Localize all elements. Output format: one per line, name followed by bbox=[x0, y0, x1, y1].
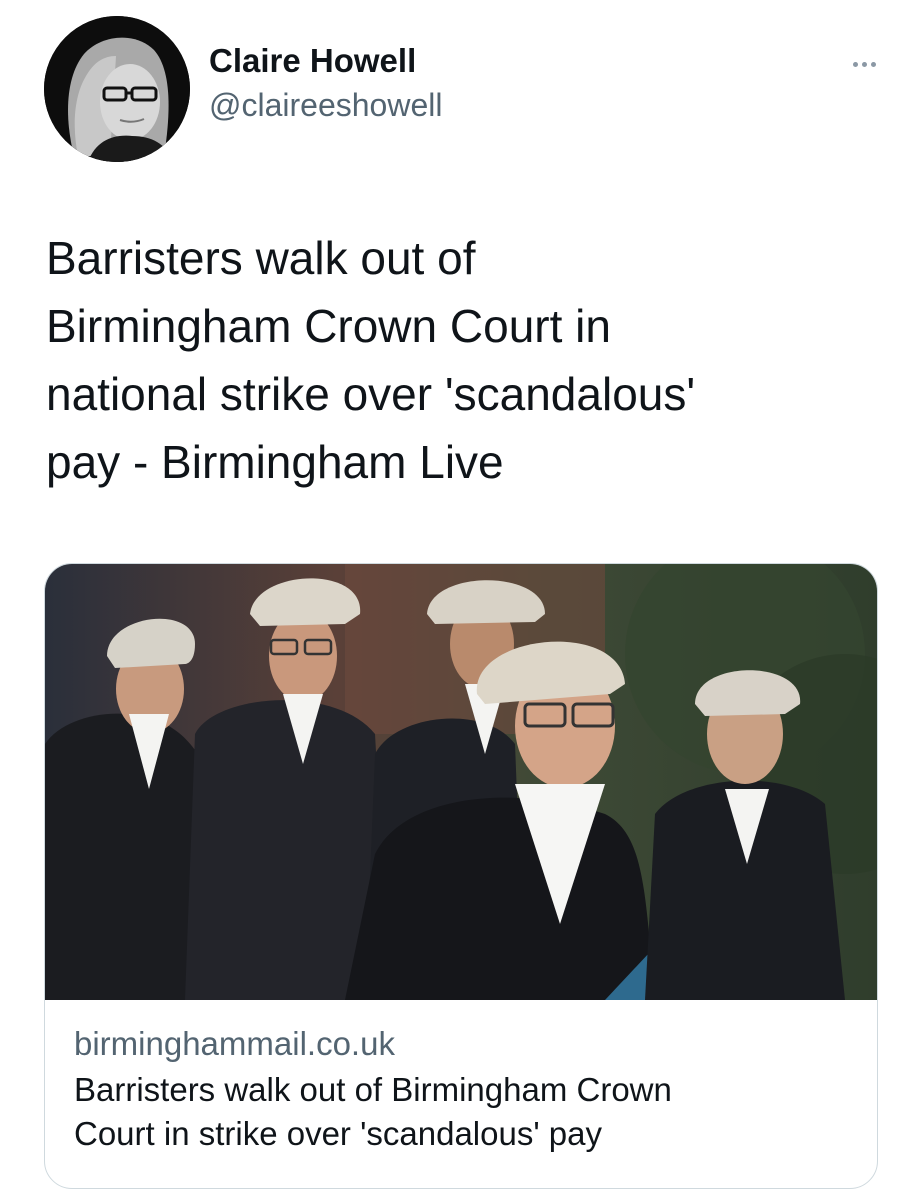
display-name[interactable]: Claire Howell bbox=[209, 38, 442, 84]
link-preview-card[interactable]: birminghammail.co.uk Barristers walk out… bbox=[44, 563, 878, 1189]
more-dot bbox=[852, 61, 858, 67]
card-title-line: Barristers walk out of Birmingham Crown bbox=[74, 1071, 672, 1108]
avatar[interactable] bbox=[44, 16, 190, 162]
tweet-text-line: Barristers walk out of bbox=[46, 232, 476, 284]
more-dot bbox=[861, 61, 867, 67]
more-dot bbox=[870, 61, 876, 67]
barristers-photo-icon bbox=[45, 564, 877, 1000]
tweet-text-line: national strike over 'scandalous' bbox=[46, 368, 696, 420]
card-image[interactable] bbox=[45, 564, 877, 1000]
tweet-text-line: pay - Birmingham Live bbox=[46, 436, 504, 488]
tweet-view: Claire Howell @claireeshowell Barristers… bbox=[0, 0, 924, 1200]
user-handle[interactable]: @claireeshowell bbox=[209, 84, 442, 126]
card-title: Barristers walk out of Birmingham Crown … bbox=[74, 1068, 857, 1156]
user-info: Claire Howell @claireeshowell bbox=[209, 38, 442, 126]
card-domain: birminghammail.co.uk bbox=[74, 1025, 395, 1062]
profile-photo-icon bbox=[44, 16, 190, 162]
tweet-text: Barristers walk out of Birmingham Crown … bbox=[46, 224, 876, 496]
tweet-text-line: Birmingham Crown Court in bbox=[46, 300, 611, 352]
card-title-line: Court in strike over 'scandalous' pay bbox=[74, 1115, 603, 1152]
card-meta: birminghammail.co.uk Barristers walk out… bbox=[74, 1022, 857, 1156]
more-button[interactable] bbox=[844, 52, 884, 76]
